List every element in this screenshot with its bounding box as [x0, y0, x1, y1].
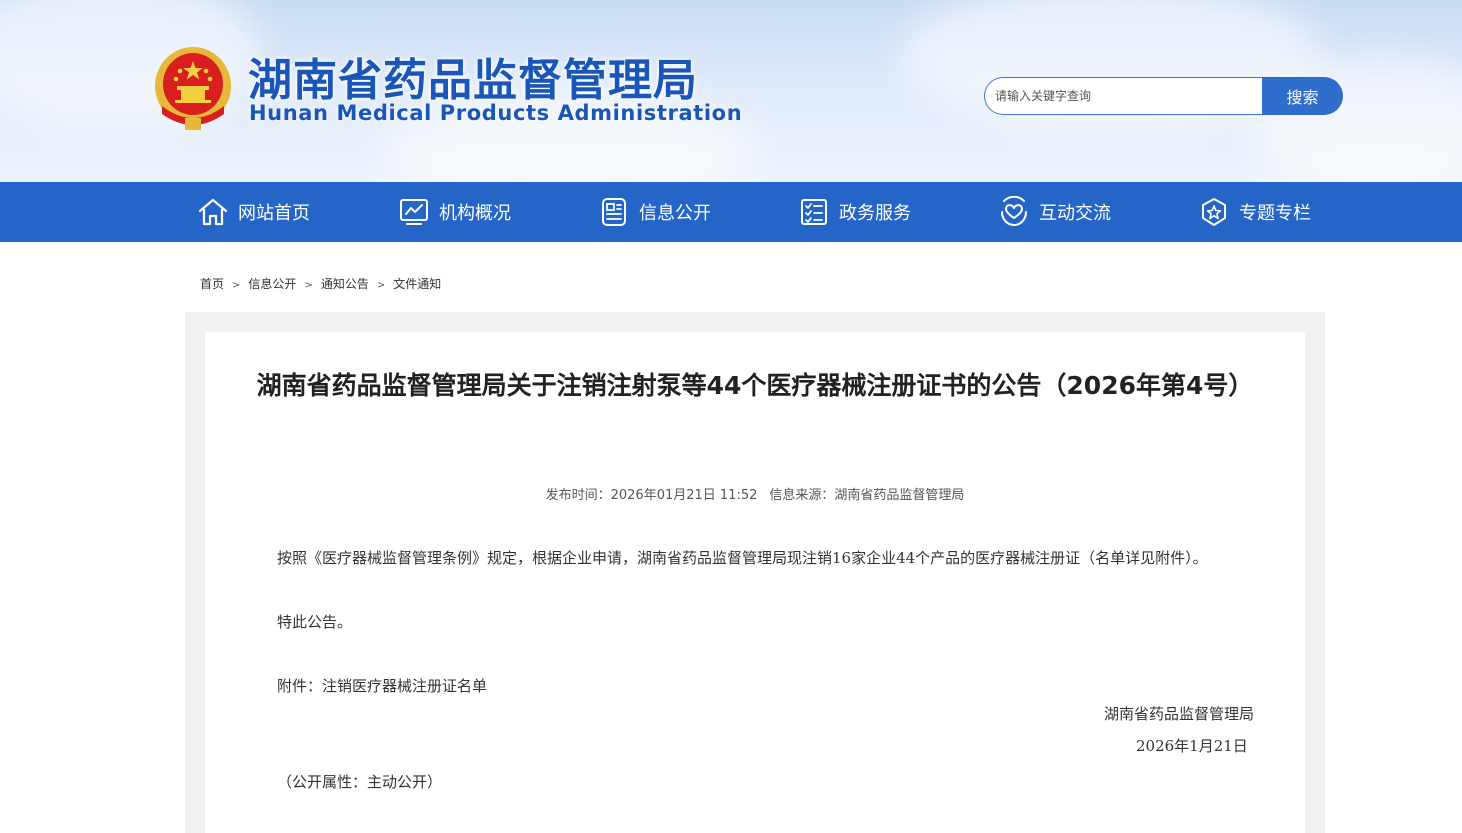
- search-button[interactable]: 搜索: [1262, 77, 1343, 115]
- nav-label-organization: 机构概况: [439, 203, 511, 224]
- site-title-en: Hunan Medical Products Administration: [249, 101, 743, 125]
- nav-label-home: 网站首页: [238, 203, 310, 224]
- breadcrumb-info-disclosure[interactable]: 信息公开: [248, 277, 296, 291]
- nav-item-home[interactable]: 网站首页: [197, 182, 310, 242]
- main-nav: 网站首页 机构概况 信息公开 政务服务 互动交流 专题专栏: [0, 182, 1462, 242]
- breadcrumb-home[interactable]: 首页: [200, 277, 224, 291]
- national-emblem-icon: [155, 47, 231, 130]
- breadcrumb: 首页 > 信息公开 > 通知公告 > 文件通知: [200, 275, 441, 292]
- nav-item-special-topics[interactable]: 专题专栏: [1198, 182, 1311, 242]
- search-bar: 搜索: [984, 77, 1343, 115]
- site-header: 湖南省药品监督管理局 Hunan Medical Products Admini…: [0, 0, 1462, 182]
- nav-item-info-disclosure[interactable]: 信息公开: [598, 182, 711, 242]
- article-paragraph: 按照《医疗器械监督管理条例》规定，根据企业申请，湖南省药品监督管理局现注销16家…: [277, 549, 1208, 567]
- signature-date: 2026年1月21日: [1136, 737, 1248, 755]
- heart-hands-icon: [1001, 196, 1027, 227]
- nav-item-organization[interactable]: 机构概况: [398, 182, 511, 242]
- disclosure-attribute: （公开属性：主动公开）: [277, 773, 443, 791]
- nav-label-special-topics: 专题专栏: [1239, 203, 1311, 224]
- attachment-link[interactable]: 附件：注销医疗器械注册证名单: [245, 670, 1235, 702]
- article-title: 湖南省药品监督管理局关于注销注射泵等44个医疗器械注册证书的公告（2026年第4…: [256, 371, 1254, 400]
- star-badge-icon: [1202, 198, 1226, 226]
- nav-label-interaction: 互动交流: [1039, 203, 1111, 224]
- nav-label-gov-services: 政务服务: [839, 203, 911, 224]
- search-input[interactable]: [984, 77, 1262, 115]
- article-panel: [205, 332, 1305, 833]
- signature-org: 湖南省药品监督管理局: [1104, 705, 1255, 723]
- home-icon: [198, 198, 228, 226]
- chart-monitor-icon: [400, 199, 428, 225]
- article-meta: 发布时间：2026年01月21日 11:52 信息来源：湖南省药品监督管理局: [205, 484, 1305, 503]
- nav-item-interaction[interactable]: 互动交流: [998, 182, 1111, 242]
- breadcrumb-notices[interactable]: 通知公告: [321, 277, 369, 291]
- breadcrumb-separator: >: [376, 280, 386, 291]
- breadcrumb-separator: >: [232, 280, 241, 291]
- site-title-cn: 湖南省药品监督管理局: [248, 55, 698, 106]
- breadcrumb-separator: >: [304, 280, 313, 291]
- info-source: 信息来源：湖南省药品监督管理局: [769, 488, 965, 503]
- document-icon: [602, 198, 626, 226]
- nav-item-gov-services[interactable]: 政务服务: [798, 182, 911, 242]
- checklist-icon: [801, 199, 827, 225]
- article-paragraph: 特此公告。: [277, 613, 353, 631]
- nav-label-info-disclosure: 信息公开: [639, 203, 711, 224]
- publish-time: 发布时间：2026年01月21日 11:52: [545, 488, 758, 503]
- breadcrumb-file-notices[interactable]: 文件通知: [393, 277, 441, 291]
